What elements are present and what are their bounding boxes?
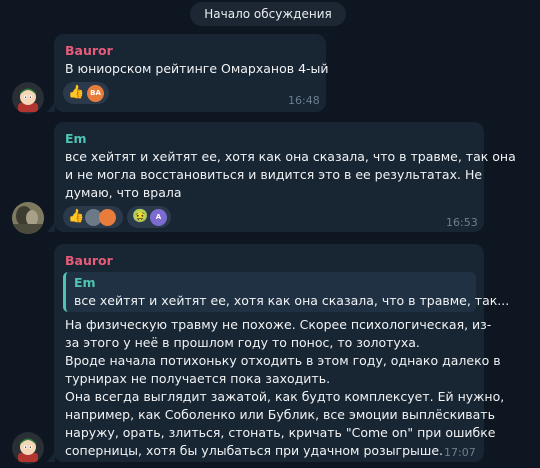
reactor-avatar	[99, 208, 116, 226]
message-text: В юниорском рейтинге Омарханов 4-ый	[65, 61, 329, 76]
nauseated-face-icon: 🤢	[132, 209, 149, 224]
message-time: 16:53	[446, 216, 478, 229]
quote-text: все хейтят и хейтят ее, хотя как она ска…	[74, 293, 510, 308]
reactor-avatar: А	[150, 208, 167, 226]
message-bubble[interactable]: Em все хейтят и хейтят ее, хотя как она …	[54, 122, 516, 232]
reaction-thumbs-up[interactable]: 👍 ВА	[63, 82, 109, 104]
discussion-start-pill: Начало обсуждения	[190, 2, 346, 26]
avatar-em[interactable]	[12, 202, 44, 234]
message-time: 16:48	[288, 94, 320, 107]
thumbs-up-icon: 👍	[68, 209, 85, 224]
message-author[interactable]: Bauror	[65, 43, 113, 58]
message-bubble[interactable]: Bauror Em все хейтят и хейтят ее, хотя к…	[54, 244, 509, 462]
message-author[interactable]: Bauror	[65, 253, 113, 268]
message-time: 17:07	[444, 446, 476, 459]
avatar-bauror[interactable]	[12, 82, 44, 114]
message-text: все хейтят и хейтят ее, хотя как она ска…	[65, 149, 516, 200]
message-bubble[interactable]: Bauror В юниорском рейтинге Омарханов 4-…	[54, 34, 329, 112]
message-text: На физическую травму не похоже. Скорее п…	[65, 317, 505, 458]
reactor-avatar: ВА	[87, 84, 104, 102]
reply-quote[interactable]: Em все хейтят и хейтят ее, хотя как она …	[63, 272, 509, 312]
avatar-bauror[interactable]	[12, 432, 44, 464]
thumbs-up-icon: 👍	[68, 85, 85, 100]
message-author[interactable]: Em	[65, 131, 87, 146]
reaction-nauseated[interactable]: 🤢 А	[127, 206, 171, 228]
quote-author: Em	[74, 275, 96, 290]
reaction-thumbs-up[interactable]: 👍	[63, 206, 123, 228]
